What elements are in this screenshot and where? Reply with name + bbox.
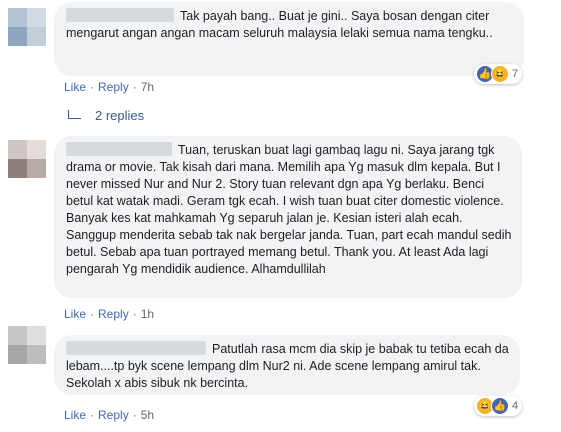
view-replies-link[interactable]: 2 replies bbox=[68, 108, 144, 123]
replies-count-label: 2 replies bbox=[95, 108, 145, 123]
redacted-author-name[interactable] bbox=[66, 341, 206, 355]
timestamp[interactable]: 5h bbox=[141, 408, 154, 422]
reactions-summary[interactable]: 😆 👍 4 bbox=[474, 396, 523, 416]
like-button[interactable]: Like bbox=[64, 307, 86, 321]
timestamp[interactable]: 7h bbox=[141, 80, 154, 94]
reaction-count: 4 bbox=[512, 400, 519, 412]
comment-bubble: Tuan, teruskan buat lagi gambaq lagu ni.… bbox=[54, 136, 522, 298]
avatar[interactable] bbox=[8, 326, 46, 364]
like-icon: 👍 bbox=[491, 397, 509, 415]
reply-button[interactable]: Reply bbox=[98, 307, 129, 321]
reply-button[interactable]: Reply bbox=[98, 408, 129, 422]
reactions-summary[interactable]: 👍 😆 7 bbox=[474, 64, 523, 84]
redacted-author-name[interactable] bbox=[66, 142, 172, 156]
timestamp[interactable]: 1h bbox=[141, 307, 154, 321]
like-button[interactable]: Like bbox=[64, 80, 86, 94]
avatar[interactable] bbox=[8, 140, 46, 178]
redacted-author-name[interactable] bbox=[66, 8, 174, 22]
reaction-count: 7 bbox=[512, 68, 519, 80]
haha-icon: 😆 bbox=[491, 65, 509, 83]
like-button[interactable]: Like bbox=[64, 408, 86, 422]
comment-text: Tuan, teruskan buat lagi gambaq lagu ni.… bbox=[66, 143, 512, 276]
reply-button[interactable]: Reply bbox=[98, 80, 129, 94]
comment-bubble: Patutlah rasa mcm dia skip je babak tu t… bbox=[54, 335, 520, 395]
avatar[interactable] bbox=[8, 8, 46, 46]
comment-bubble: Tak payah bang.. Buat je gini.. Saya bos… bbox=[54, 2, 524, 76]
reply-arrow-icon bbox=[68, 110, 81, 119]
